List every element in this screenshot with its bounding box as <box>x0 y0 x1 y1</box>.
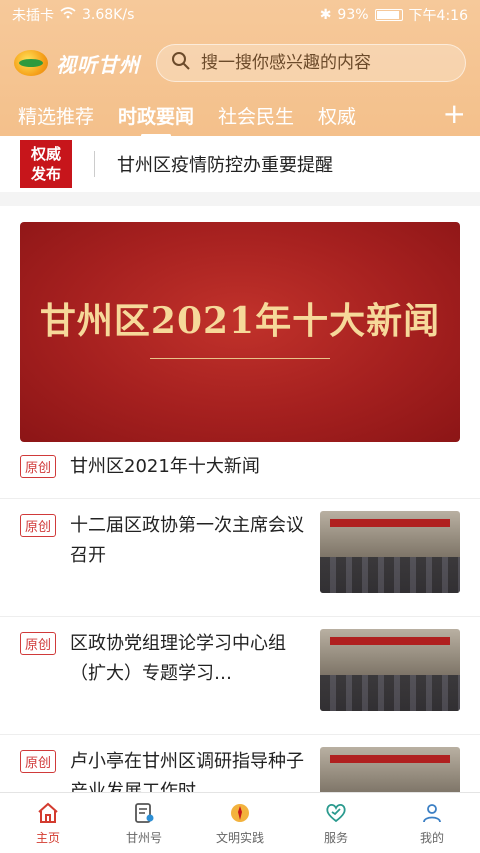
nav-civilization-label: 文明实践 <box>215 830 264 845</box>
wifi-icon <box>60 7 76 23</box>
divider <box>94 151 95 177</box>
nav-service-label: 服务 <box>323 830 348 845</box>
clock: 下午4:16 <box>408 8 468 24</box>
logo-text: 视听甘州 <box>56 52 140 77</box>
nav-ganzhou-label: 甘州号 <box>125 830 162 845</box>
top-bar: 视听甘州 <box>0 40 480 86</box>
network-speed: 3.68K/s <box>82 7 135 23</box>
news-title[interactable]: 区政协党组理论学习中心组（扩大）专题学习… <box>70 629 306 689</box>
news-item[interactable]: 原创 十二届区政协第一次主席会议召开 <box>0 499 480 617</box>
nav-civilization[interactable]: 文明实践 <box>192 793 288 853</box>
news-item[interactable]: 原创 卢小亭在甘州区调研指导种子产业发展工作时… <box>0 735 480 792</box>
tab-authority[interactable]: 权威 <box>318 102 360 129</box>
logo-icon <box>14 50 48 76</box>
carrier-text: 未插卡 <box>12 8 54 24</box>
app-logo[interactable]: 视听甘州 <box>14 49 140 78</box>
banner-title: 甘州区2021年十大新闻 <box>39 300 441 342</box>
bottom-navigation: 主页 甘州号 文明实践 服务 我的 <box>0 792 480 853</box>
nav-mine-label: 我的 <box>419 830 444 845</box>
channel-tabs: 精选推荐 时政要闻 社会民生 权威 <box>0 94 480 137</box>
account-icon <box>135 802 154 823</box>
banner-divider <box>150 358 330 359</box>
home-icon <box>38 802 58 823</box>
civilization-icon <box>231 803 249 822</box>
bluetooth-icon: ✱ <box>319 7 332 23</box>
app-header: 未插卡 3.68K/s ✱ 93% 下午4:16 视听甘州 精选推荐 时政要闻 … <box>0 0 480 137</box>
search-box[interactable] <box>156 44 466 82</box>
search-input[interactable] <box>201 53 451 73</box>
original-tag: 原创 <box>20 514 57 537</box>
tab-politics[interactable]: 时政要闻 <box>118 102 194 137</box>
tab-society[interactable]: 社会民生 <box>218 102 294 129</box>
news-thumbnail[interactable] <box>320 747 460 792</box>
search-icon <box>171 51 191 75</box>
news-thumbnail[interactable] <box>320 629 460 711</box>
nav-service[interactable]: 服务 <box>288 793 384 853</box>
original-tag: 原创 <box>20 632 57 655</box>
badge-line-1: 权威 <box>30 145 61 163</box>
original-tag: 原创 <box>20 455 57 478</box>
news-title[interactable]: 卢小亭在甘州区调研指导种子产业发展工作时… <box>70 747 306 792</box>
nav-home[interactable]: 主页 <box>0 793 96 853</box>
feature-banner[interactable]: 甘州区2021年十大新闻 <box>20 222 460 442</box>
nav-ganzhou-account[interactable]: 甘州号 <box>96 793 192 853</box>
list-item[interactable]: 原创 甘州区2021年十大新闻 <box>0 442 480 499</box>
tab-featured[interactable]: 精选推荐 <box>18 102 94 129</box>
news-item[interactable]: 原创 区政协党组理论学习中心组（扩大）专题学习… <box>0 617 480 735</box>
news-feed[interactable]: 权威 发布 甘州区疫情防控办重要提醒 甘州区2021年十大新闻 原创 甘州区20… <box>0 136 480 792</box>
notice-text[interactable]: 甘州区疫情防控办重要提醒 <box>117 151 333 177</box>
news-title[interactable]: 十二届区政协第一次主席会议召开 <box>70 511 306 571</box>
news-thumbnail[interactable] <box>320 511 460 593</box>
add-channel-button[interactable]: + <box>443 96 466 132</box>
item-title[interactable]: 甘州区2021年十大新闻 <box>70 452 260 482</box>
badge-line-2: 发布 <box>30 165 61 183</box>
battery-percent: 93% <box>337 7 369 23</box>
status-bar: 未插卡 3.68K/s ✱ 93% 下午4:16 <box>0 0 480 30</box>
nav-home-label: 主页 <box>35 830 60 845</box>
user-icon <box>423 803 441 822</box>
authority-badge: 权威 发布 <box>20 140 72 188</box>
battery-icon <box>374 9 403 21</box>
service-icon <box>326 803 346 822</box>
nav-mine[interactable]: 我的 <box>384 793 480 853</box>
notice-bar[interactable]: 权威 发布 甘州区疫情防控办重要提醒 <box>0 136 480 206</box>
original-tag: 原创 <box>20 750 57 773</box>
